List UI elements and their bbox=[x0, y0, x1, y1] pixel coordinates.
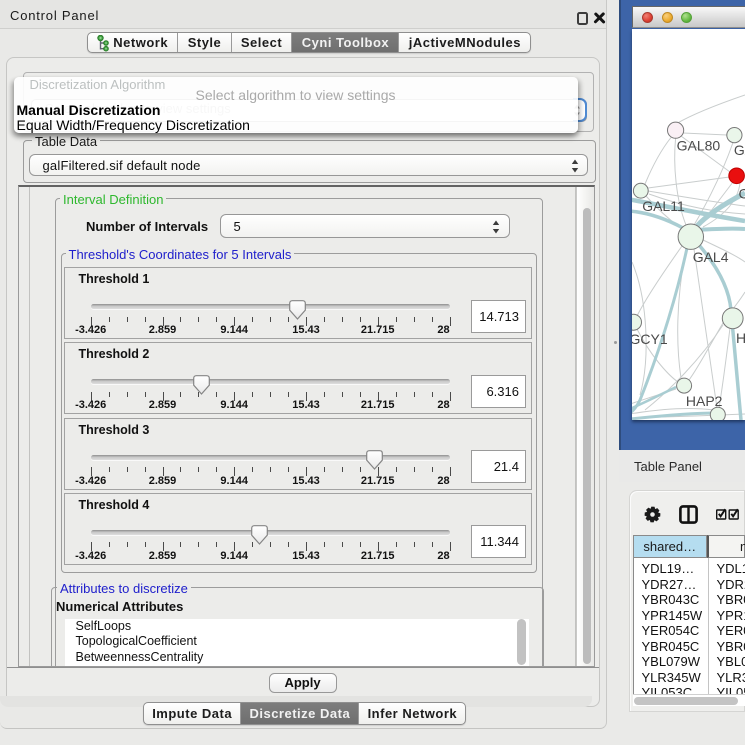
svg-text:GCY1: GCY1 bbox=[632, 331, 668, 347]
svg-text:GAL4: GAL4 bbox=[693, 249, 729, 265]
svg-text:CRP1: CRP1 bbox=[739, 186, 745, 202]
svg-text:HAP2: HAP2 bbox=[686, 393, 723, 409]
svg-text:HAP4: HAP4 bbox=[736, 330, 745, 346]
svg-text:GAL3: GAL3 bbox=[734, 142, 745, 158]
svg-text:GAL80: GAL80 bbox=[677, 138, 721, 154]
svg-text:GAL11: GAL11 bbox=[642, 198, 685, 214]
